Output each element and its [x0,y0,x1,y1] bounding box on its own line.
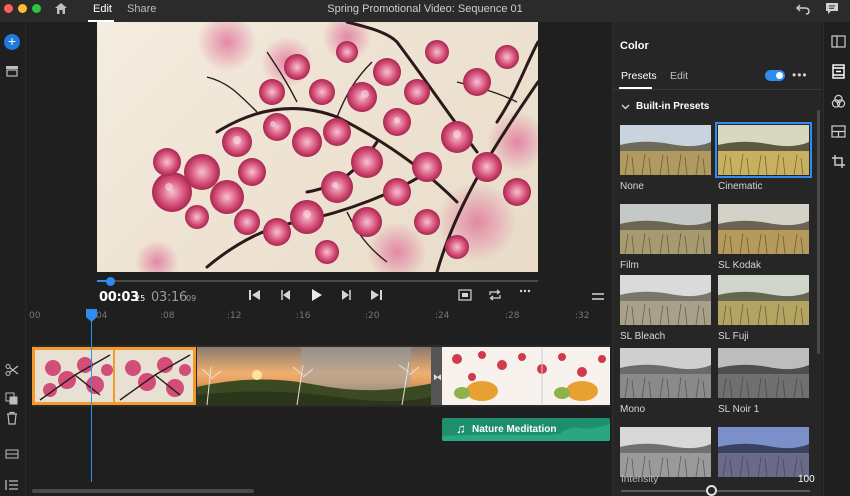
preset-thumbnail [620,125,711,175]
preset-label: None [620,181,644,192]
clip-thumbnail [35,350,193,402]
video-preview[interactable] [97,22,538,272]
tab-presets[interactable]: Presets [621,70,657,82]
preset-thumbnail [715,122,812,178]
total-duration: 03:16 [151,290,187,305]
add-media-button[interactable]: + [4,34,20,50]
ruler-tick: :20 [365,311,380,321]
preset-label: SL Bleach [620,331,666,342]
panel-title: Color [620,40,649,52]
panel-more-icon[interactable]: ••• [792,68,808,82]
current-frames: 25 [135,294,146,303]
playhead-handle[interactable] [86,309,97,322]
step-back-icon[interactable] [279,288,293,302]
music-note-icon: ♫ [456,421,466,436]
audio-clip[interactable]: ♫ Nature Meditation [442,418,610,441]
total-frames: 09 [186,294,197,303]
layout-icon[interactable] [831,124,846,139]
ruler-tick: 04 [96,311,108,321]
preset-label: Film [620,260,639,271]
crop-icon[interactable] [831,154,846,169]
color-enable-toggle[interactable] [765,70,785,81]
video-clip-flowers[interactable] [442,347,610,405]
preset-thumbnail [620,427,711,477]
preset-thumbnail [620,204,711,254]
preset-thumbnail [620,275,711,325]
current-timecode: 00:03 [99,290,139,305]
section-title: Built-in Presets [636,101,710,112]
media-bin-icon[interactable] [5,64,19,78]
player-more-icon[interactable] [518,284,532,298]
ruler-tick: 00 [29,311,41,321]
preset-thumbnail [718,204,809,254]
preset-thumbnail [718,348,809,398]
intensity-value: 100 [798,474,815,485]
panel-divider [612,89,822,90]
track-layout-icon[interactable] [5,447,19,461]
list-view-icon[interactable] [5,478,19,492]
left-toolbar: + [0,22,26,496]
color-panel [612,22,822,496]
preset-thumbnail [620,348,711,398]
panel-scrollbar[interactable] [817,110,820,354]
playback-scrubber-track[interactable] [97,280,538,282]
intensity-label: Intensity [621,474,659,485]
preset-label: SL Kodak [718,260,761,271]
tab-edit-color[interactable]: Edit [670,70,688,82]
timeline-menu-icon[interactable] [591,290,605,304]
panels-icon[interactable] [831,34,846,49]
ruler-tick: :32 [575,311,590,321]
scrubber-handle[interactable] [106,277,115,286]
ruler-tick: :28 [505,311,520,321]
preset-thumbnail [718,275,809,325]
chat-icon[interactable] [825,2,839,15]
play-icon[interactable] [309,288,323,302]
skip-to-end-icon[interactable] [369,288,383,302]
ruler-tick: :08 [160,311,175,321]
duplicate-icon[interactable] [5,392,19,406]
window-title: Spring Promotional Video: Sequence 01 [327,3,523,15]
ruler-tick: :12 [227,311,242,321]
preview-frame-image [135,22,538,272]
loop-icon[interactable] [488,288,502,302]
clip-thumbnail: ⧓ [197,347,442,405]
fit-to-frame-icon[interactable] [458,288,472,302]
ruler-tick: :24 [435,311,450,321]
title-bar: Edit Share Spring Promotional Video: Seq… [0,0,850,22]
transitions-icon[interactable] [831,64,846,79]
step-forward-icon[interactable] [339,288,353,302]
preset-label: SL Fuji [718,331,749,342]
timeline-horizontal-scrollbar[interactable] [32,489,254,493]
audio-clip-title: Nature Meditation [472,424,557,435]
video-clip-blossoms[interactable] [32,347,196,405]
playhead-line [91,320,92,482]
trash-icon[interactable] [5,411,19,425]
svg-text:⧓: ⧓ [433,373,442,383]
color-icon[interactable] [831,94,846,109]
skip-to-start-icon[interactable] [248,288,262,302]
preset-label: Mono [620,404,646,415]
video-clip-landscape[interactable]: ⧓ [197,347,442,405]
preset-label: SL Noir 1 [718,404,760,415]
undo-icon[interactable] [796,3,810,15]
preset-label: Cinematic [718,181,763,192]
ruler-tick: :16 [296,311,311,321]
preset-thumbnail [718,427,809,477]
clip-thumbnail [442,347,610,405]
chevron-down-icon[interactable] [621,102,630,111]
scissors-icon[interactable] [5,363,19,377]
